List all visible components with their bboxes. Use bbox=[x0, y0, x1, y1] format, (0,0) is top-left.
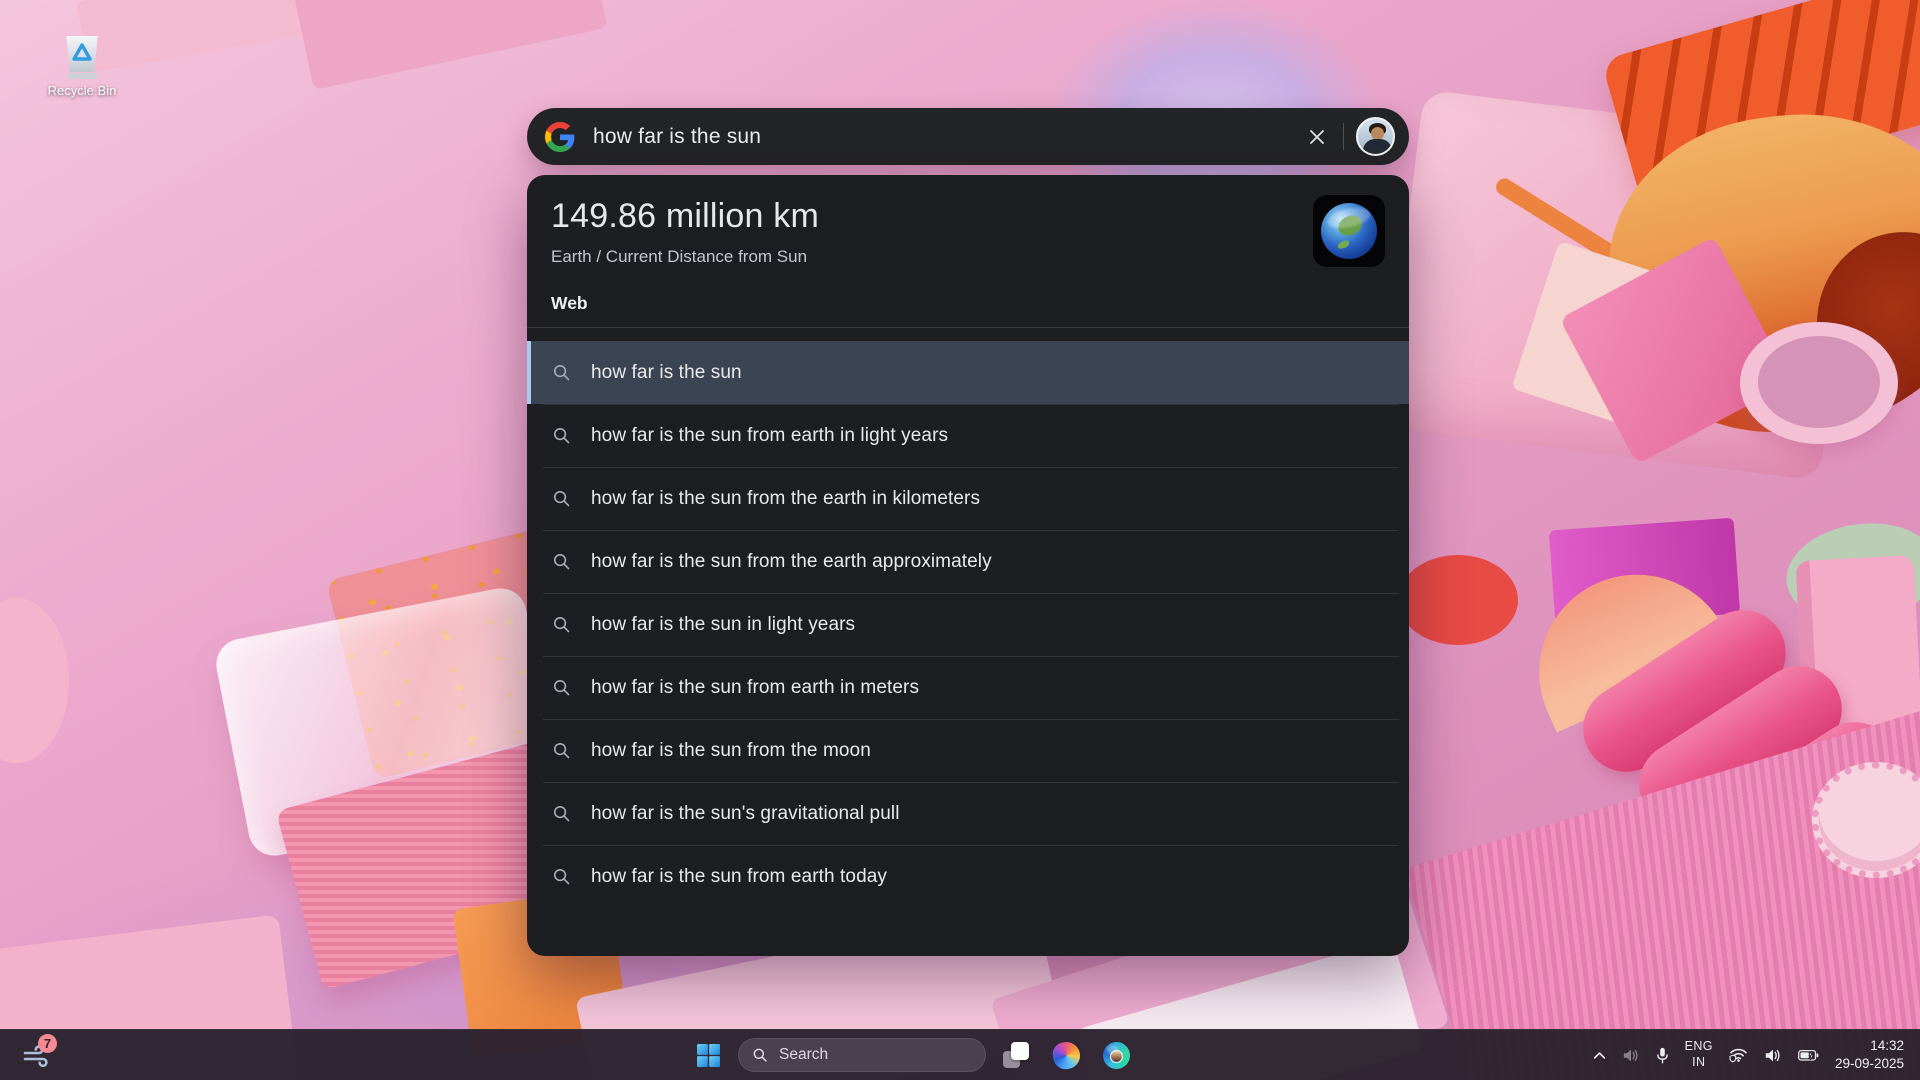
clock-button[interactable]: 14:32 29-09-2025 bbox=[1827, 1035, 1914, 1075]
suggestion-row[interactable]: how far is the sun from the earth in kil… bbox=[527, 467, 1409, 530]
suggestion-row[interactable]: how far is the sun from the earth approx… bbox=[527, 530, 1409, 593]
recycle-bin-body bbox=[65, 36, 99, 72]
wifi-shield-icon bbox=[1729, 1047, 1748, 1063]
desktop: Recycle Bin how far is the sun bbox=[0, 0, 1920, 1080]
recycle-bin-base bbox=[67, 73, 97, 79]
language-top: ENG bbox=[1685, 1039, 1713, 1055]
microphone-icon bbox=[1656, 1047, 1669, 1064]
magnifier-icon bbox=[752, 1047, 768, 1063]
wallpaper-shape-slab bbox=[292, 0, 607, 90]
language-switcher-button[interactable]: ENG IN bbox=[1677, 1035, 1721, 1075]
edge-browser-button[interactable] bbox=[1096, 1035, 1136, 1075]
tray-time: 14:32 bbox=[1870, 1037, 1904, 1055]
tray-chevron-button[interactable] bbox=[1585, 1035, 1614, 1075]
magnifier-icon bbox=[552, 867, 571, 886]
copilot-icon bbox=[1050, 1039, 1082, 1071]
battery-charging-icon bbox=[1798, 1049, 1819, 1062]
answer-text-block: 149.86 million km Earth / Current Distan… bbox=[551, 197, 819, 267]
suggestion-row[interactable]: how far is the sun bbox=[527, 341, 1409, 404]
suggestion-text: how far is the sun from earth today bbox=[591, 866, 887, 888]
google-logo-icon bbox=[545, 122, 575, 152]
taskbar-center-group: Search bbox=[688, 1030, 1136, 1080]
language-bottom: IN bbox=[1692, 1055, 1705, 1071]
widgets-button[interactable]: 7 bbox=[14, 1035, 60, 1076]
suggestion-text: how far is the sun from earth in meters bbox=[591, 677, 919, 699]
divider bbox=[1343, 123, 1344, 150]
earth-image bbox=[1321, 203, 1377, 259]
clear-search-button[interactable] bbox=[1299, 119, 1335, 155]
suggestion-row[interactable]: how far is the sun from earth in light y… bbox=[527, 404, 1409, 467]
suggestion-row[interactable]: how far is the sun's gravitational pull bbox=[527, 782, 1409, 845]
taskbar: 7 Search bbox=[0, 1029, 1920, 1080]
speaker-icon bbox=[1764, 1048, 1782, 1063]
speaker-dim-button[interactable] bbox=[1614, 1035, 1648, 1075]
earth-thumbnail[interactable] bbox=[1313, 195, 1385, 267]
wallpaper-shape-red-blob bbox=[1398, 555, 1518, 645]
task-view-icon bbox=[1003, 1042, 1029, 1068]
copilot-button[interactable] bbox=[1046, 1035, 1086, 1075]
task-view-button[interactable] bbox=[996, 1035, 1036, 1075]
suggestion-text: how far is the sun from the earth in kil… bbox=[591, 488, 980, 510]
suggestion-row[interactable]: how far is the sun in light years bbox=[527, 593, 1409, 656]
magnifier-icon bbox=[552, 615, 571, 634]
recycle-bin-desktop-icon[interactable]: Recycle Bin bbox=[44, 34, 120, 98]
magnifier-icon bbox=[552, 489, 571, 508]
suggestion-text: how far is the sun from the earth approx… bbox=[591, 551, 992, 573]
wallpaper-shape-pink-ring bbox=[1740, 322, 1898, 444]
close-icon bbox=[1307, 127, 1327, 147]
avatar-shoulders bbox=[1363, 139, 1392, 156]
magnifier-icon bbox=[552, 552, 571, 571]
chevron-up-icon bbox=[1593, 1051, 1606, 1060]
divider bbox=[527, 327, 1409, 328]
network-button[interactable] bbox=[1721, 1035, 1756, 1075]
google-search-bar[interactable]: how far is the sun bbox=[527, 108, 1409, 165]
speaker-dim-icon bbox=[1622, 1048, 1640, 1063]
recycle-bin-icon bbox=[61, 34, 103, 80]
battery-button[interactable] bbox=[1790, 1035, 1827, 1075]
selection-accent-bar bbox=[527, 341, 531, 404]
search-results-panel: 149.86 million km Earth / Current Distan… bbox=[527, 175, 1409, 956]
suggestion-row[interactable]: how far is the sun from earth in meters bbox=[527, 656, 1409, 719]
suggestion-text: how far is the sun from the moon bbox=[591, 740, 871, 762]
edge-profile-badge bbox=[1110, 1050, 1123, 1063]
microphone-button[interactable] bbox=[1648, 1035, 1677, 1075]
windows-logo-icon bbox=[696, 1043, 721, 1068]
volume-button[interactable] bbox=[1756, 1035, 1790, 1075]
suggestion-text: how far is the sun bbox=[591, 362, 742, 384]
suggestion-text: how far is the sun's gravitational pull bbox=[591, 803, 900, 825]
taskbar-search-box[interactable]: Search bbox=[738, 1038, 986, 1072]
notification-badge: 7 bbox=[38, 1034, 57, 1053]
tray-date: 29-09-2025 bbox=[1835, 1055, 1904, 1073]
recycle-bin-label: Recycle Bin bbox=[44, 83, 120, 98]
suggestion-row[interactable]: how far is the sun from earth today bbox=[527, 845, 1409, 908]
answer-card[interactable]: 149.86 million km Earth / Current Distan… bbox=[527, 175, 1409, 267]
profile-avatar[interactable] bbox=[1356, 117, 1395, 156]
answer-description: Earth / Current Distance from Sun bbox=[551, 247, 819, 267]
system-tray: ENG IN bbox=[1585, 1030, 1914, 1080]
search-query-text[interactable]: how far is the sun bbox=[593, 125, 1299, 149]
suggestions-list: how far is the sun how far is the sun fr… bbox=[527, 341, 1409, 908]
answer-value: 149.86 million km bbox=[551, 197, 819, 236]
taskbar-search-placeholder: Search bbox=[779, 1046, 828, 1064]
magnifier-icon bbox=[552, 363, 571, 382]
wallpaper-shape-sphere bbox=[0, 598, 69, 763]
magnifier-icon bbox=[552, 804, 571, 823]
suggestion-text: how far is the sun in light years bbox=[591, 614, 855, 636]
magnifier-icon bbox=[552, 741, 571, 760]
edge-icon bbox=[1103, 1042, 1130, 1069]
start-button[interactable] bbox=[688, 1035, 728, 1075]
suggestion-row[interactable]: how far is the sun from the moon bbox=[527, 719, 1409, 782]
wallpaper-shape-ring-inner bbox=[1758, 336, 1880, 428]
magnifier-icon bbox=[552, 678, 571, 697]
web-section-label: Web bbox=[551, 293, 1409, 314]
suggestion-text: how far is the sun from earth in light y… bbox=[591, 425, 948, 447]
magnifier-icon bbox=[552, 426, 571, 445]
